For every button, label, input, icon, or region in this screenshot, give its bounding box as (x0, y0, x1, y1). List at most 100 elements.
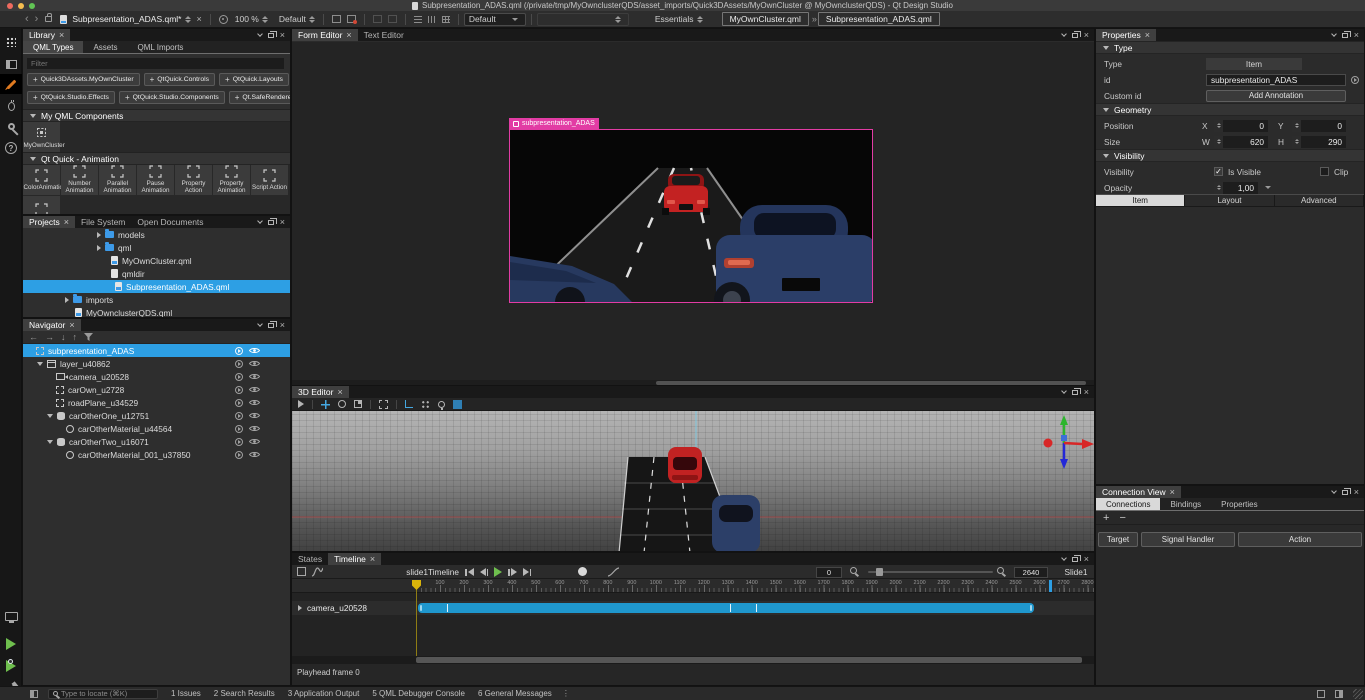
library-component[interactable] (23, 196, 60, 215)
library-component[interactable]: Property Action (175, 165, 212, 195)
visibility-eye-icon[interactable] (249, 398, 260, 408)
timeline-zoom-slider[interactable] (868, 571, 993, 573)
collapse-icon[interactable] (47, 414, 53, 418)
tab-projects[interactable]: Projects× (23, 216, 75, 228)
scale-tool-icon[interactable] (354, 400, 362, 408)
tab-form-editor[interactable]: Form Editor× (292, 29, 358, 41)
move-right-icon[interactable]: → (45, 332, 54, 342)
is-visible-checkbox[interactable]: ✓ (1214, 167, 1223, 176)
run-button[interactable] (0, 634, 22, 654)
export-toggle-icon[interactable] (235, 347, 243, 355)
visibility-eye-icon[interactable] (249, 450, 260, 460)
collapse-panel-icon[interactable] (1331, 488, 1337, 494)
lock-icon[interactable] (45, 16, 52, 22)
tab-properties-bindings[interactable]: Properties (1211, 498, 1267, 510)
navigator-item[interactable]: carOtherOne_u12751 (23, 409, 290, 422)
y-field[interactable]: 0 (1292, 120, 1346, 132)
close-icon[interactable]: × (370, 555, 375, 563)
to-start-button[interactable] (465, 568, 474, 576)
design-mode-icon[interactable] (0, 74, 22, 94)
library-component[interactable]: Pause Animation (137, 165, 174, 195)
close-panel-icon[interactable]: × (1084, 555, 1089, 563)
library-import-button[interactable]: +QtQuick.Studio.Components (119, 91, 225, 104)
export-toggle-icon[interactable] (235, 373, 243, 381)
tree-item[interactable]: qml (23, 241, 290, 254)
locator-field[interactable]: Type to locate (⌘K) (48, 689, 158, 699)
navigator-item[interactable]: carOtherMaterial_001_u37850 (23, 448, 290, 461)
add-connection-icon[interactable]: + (1103, 512, 1109, 524)
visibility-eye-icon[interactable] (249, 424, 260, 434)
tab-text-editor[interactable]: Text Editor (358, 29, 410, 41)
to-end-button[interactable] (523, 568, 532, 576)
export-toggle-icon[interactable] (235, 386, 243, 394)
add-annotation-button[interactable]: Add Annotation (1206, 90, 1346, 102)
close-icon[interactable]: × (1145, 31, 1150, 39)
tree-item[interactable]: imports (23, 293, 290, 306)
float-panel-icon[interactable] (1342, 33, 1348, 38)
close-panel-icon[interactable]: × (1084, 31, 1089, 39)
keyframe-icon[interactable] (447, 604, 448, 612)
output-pane-button[interactable]: 2 Search Results (214, 689, 275, 698)
close-panel-icon[interactable]: × (1354, 488, 1359, 496)
export-toggle-icon[interactable] (235, 412, 243, 420)
output-pane-button[interactable]: 6 General Messages (478, 689, 552, 698)
selected-item-frame[interactable] (509, 129, 873, 303)
help-mode-icon[interactable]: ? (0, 138, 22, 158)
add-image-icon[interactable] (347, 15, 356, 23)
tab-advanced[interactable]: Advanced (1275, 195, 1364, 206)
export-toggle-icon[interactable] (235, 451, 243, 459)
tree-item[interactable]: qmldir (23, 267, 290, 280)
float-panel-icon[interactable] (1072, 390, 1078, 395)
device-select[interactable] (537, 13, 629, 26)
collapse-panel-icon[interactable] (1061, 31, 1067, 37)
zoom-out-icon[interactable] (850, 567, 857, 574)
export-toggle-icon[interactable] (235, 399, 243, 407)
edit-light-icon[interactable] (438, 401, 445, 408)
export-toggle-icon[interactable] (235, 425, 243, 433)
timeline-name[interactable]: slide1Timeline (352, 567, 459, 577)
collapse-panel-icon[interactable] (257, 218, 263, 224)
expand-icon[interactable] (65, 297, 69, 303)
tab-states[interactable]: States (292, 553, 328, 565)
navigator-item[interactable]: carOtherTwo_u16071 (23, 435, 290, 448)
library-section-header[interactable]: Qt Quick - Animation (23, 152, 290, 165)
float-panel-icon[interactable] (268, 33, 274, 38)
navigator-item[interactable]: camera_u20528 (23, 370, 290, 383)
welcome-mode-icon[interactable] (0, 32, 22, 52)
tab-item[interactable]: Item (1096, 195, 1185, 206)
style-select[interactable]: Default (279, 14, 306, 24)
library-import-button[interactable]: +QtQuick.Controls (144, 73, 215, 86)
export-toggle-icon[interactable] (235, 360, 243, 368)
toggle-left-sidebar-icon[interactable] (30, 690, 38, 698)
tab-file-system[interactable]: File System (75, 216, 131, 228)
export-icon[interactable] (332, 15, 341, 23)
close-icon[interactable]: × (69, 321, 74, 329)
section-type[interactable]: Type (1096, 41, 1364, 54)
column-signal-handler[interactable]: Signal Handler (1141, 532, 1235, 547)
form-editor-canvas[interactable]: subpresentation_ADAS (292, 42, 1094, 380)
tab-assets[interactable]: Assets (83, 41, 127, 53)
library-import-button[interactable]: +Quick3DAssets.MyOwnCluster (27, 73, 140, 86)
float-panel-icon[interactable] (268, 220, 274, 225)
run-debug-button[interactable] (0, 656, 22, 676)
edit-mode-icon[interactable] (0, 54, 22, 74)
record-button[interactable] (578, 567, 587, 576)
close-icon[interactable]: × (337, 388, 342, 396)
rotate-tool-icon[interactable] (338, 400, 346, 408)
list-view-icon[interactable] (414, 16, 422, 23)
paste-style-icon[interactable] (388, 15, 397, 23)
navigator-item[interactable]: carOwn_u2728 (23, 383, 290, 396)
current-frame-field[interactable]: 0 (816, 567, 842, 578)
timeline-animation-bar[interactable] (418, 603, 1034, 613)
section-geometry[interactable]: Geometry (1096, 103, 1364, 116)
visibility-eye-icon[interactable] (249, 359, 260, 369)
tree-item[interactable]: MyOwnCluster.qml (23, 254, 290, 267)
grid-view-icon[interactable] (442, 16, 450, 23)
move-tool-icon[interactable] (321, 400, 330, 409)
library-component[interactable]: Script Action (251, 165, 288, 195)
timeline-settings-icon[interactable] (297, 567, 306, 576)
collapse-panel-icon[interactable] (1331, 31, 1337, 37)
annotation-icon[interactable] (219, 15, 228, 24)
visibility-eye-icon[interactable] (249, 437, 260, 447)
close-icon[interactable]: × (64, 218, 69, 226)
